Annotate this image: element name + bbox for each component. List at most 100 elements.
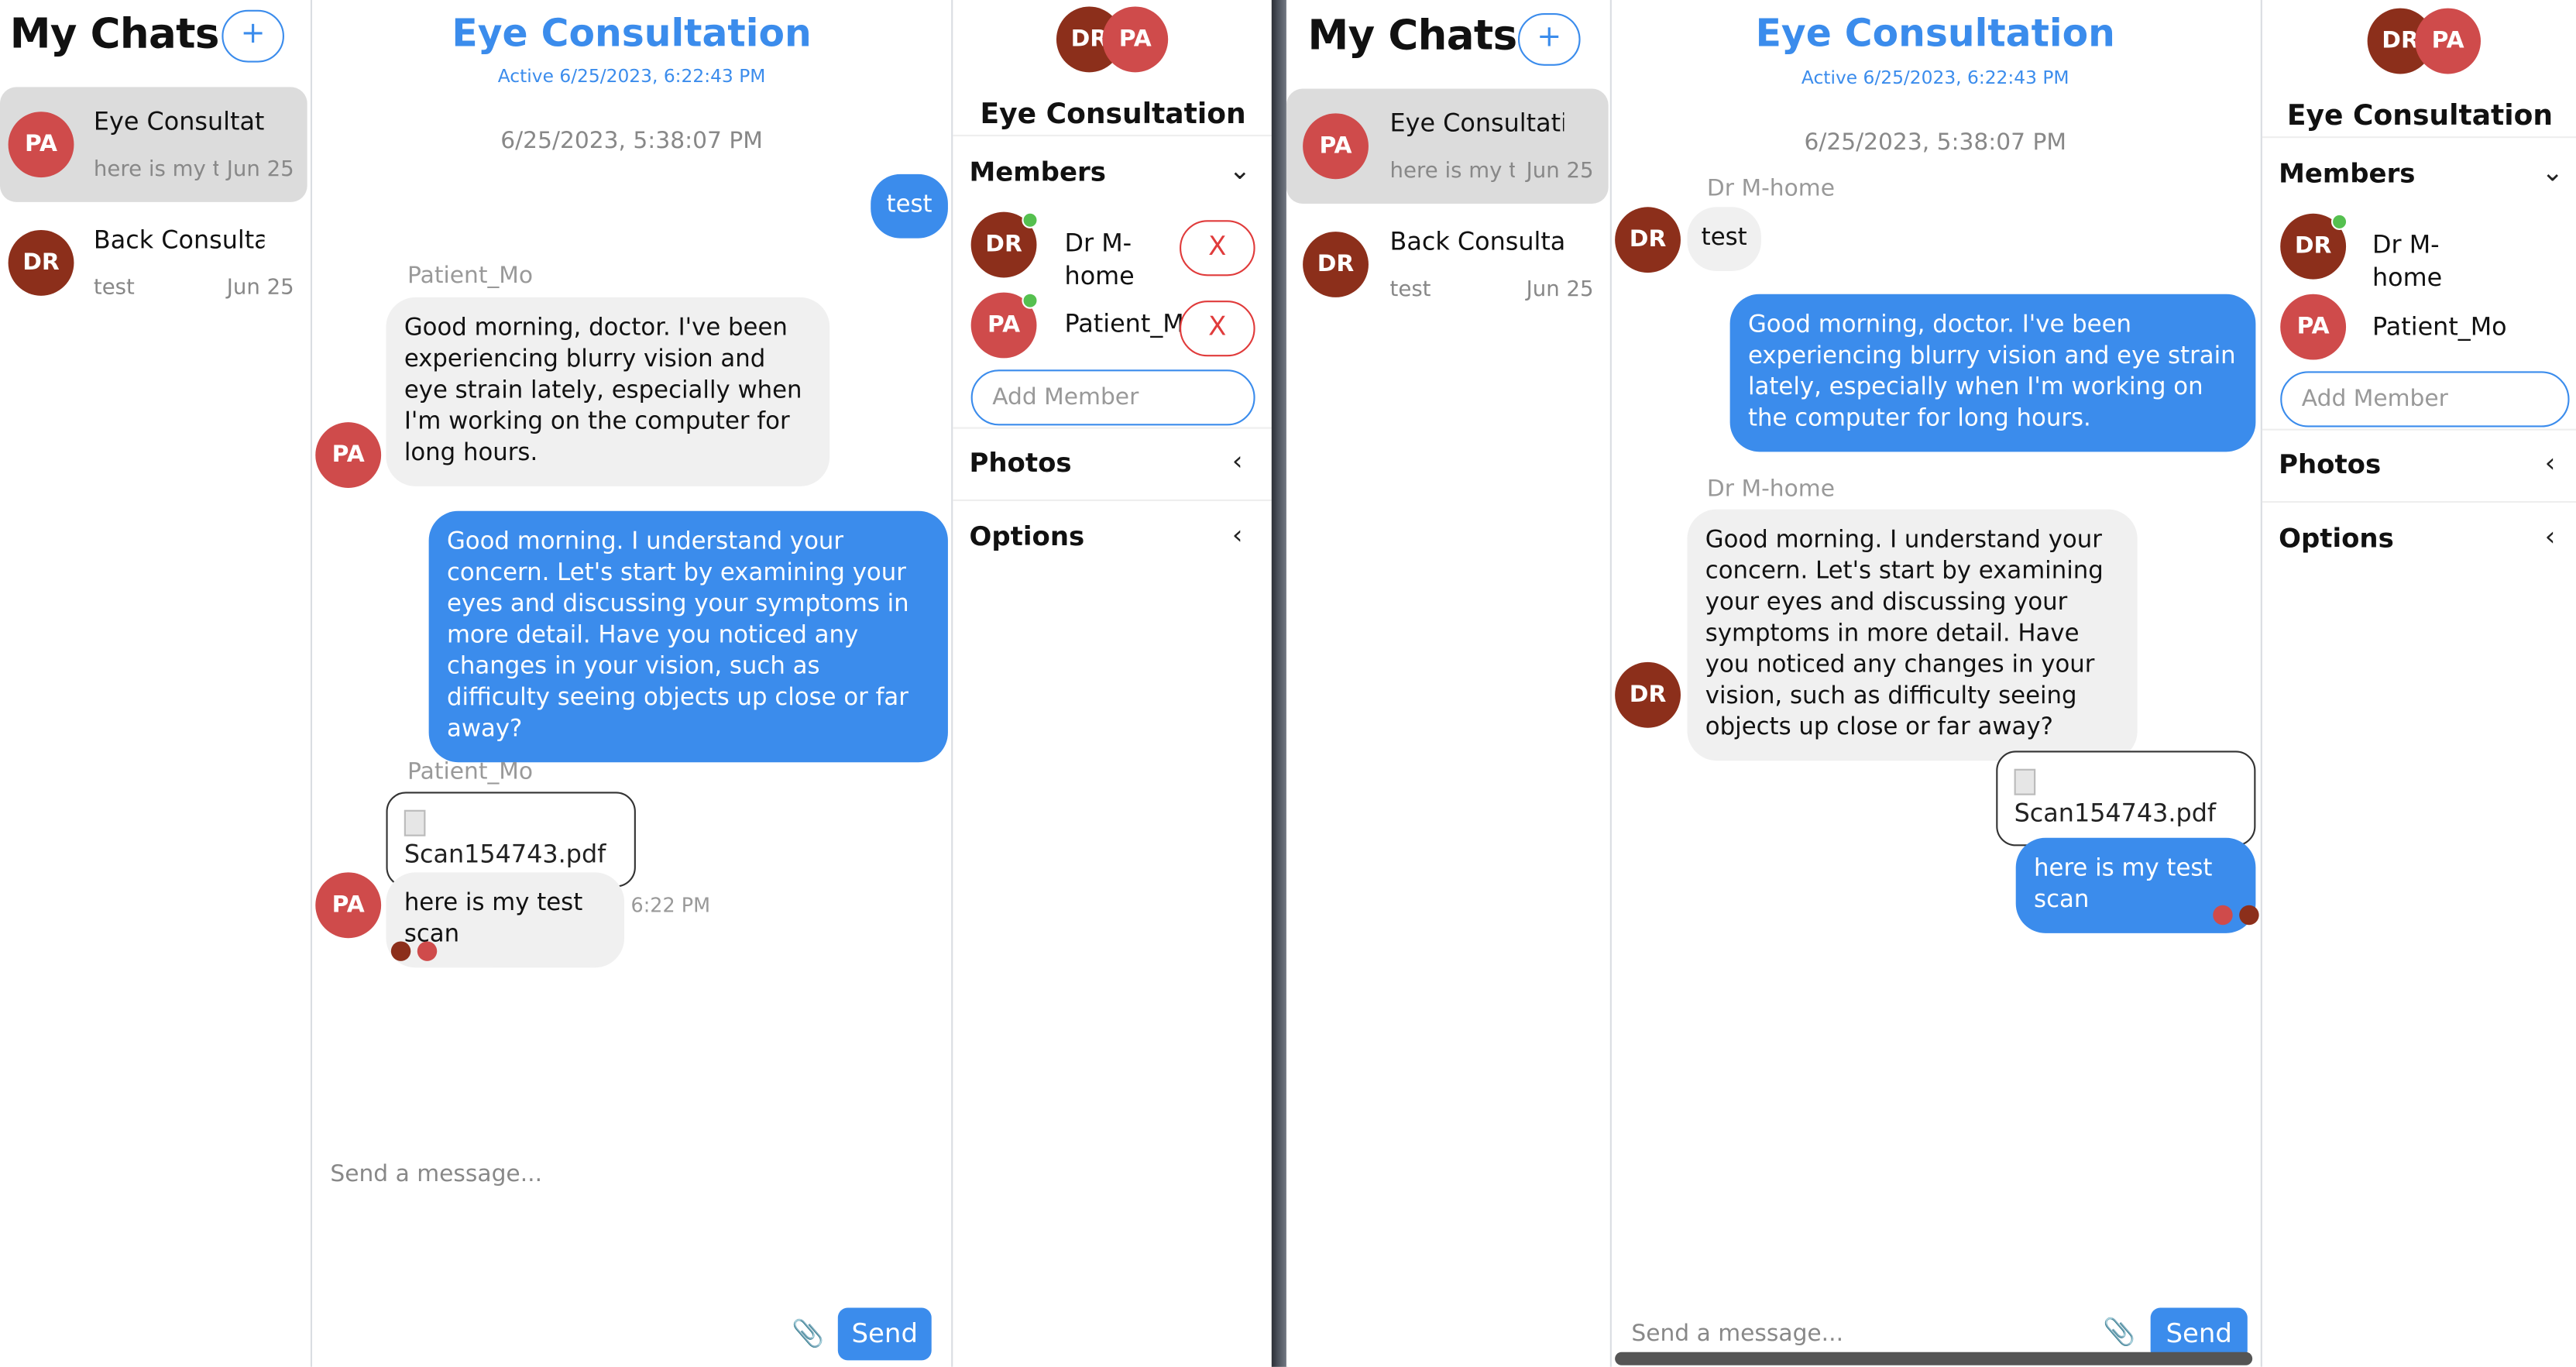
patient-window: My Chats + PA Eye Consultati here is my … <box>0 0 1272 1367</box>
members-section-label[interactable]: Members <box>2279 158 2415 189</box>
window-divider <box>1271 0 1289 1367</box>
avatar: DR <box>1615 207 1681 273</box>
chat-list-title: My Chats <box>1307 11 1517 60</box>
paperclip-icon[interactable]: 📎 <box>2103 1316 2135 1347</box>
chat-card-preview: test <box>93 276 135 301</box>
chat-card-back-consultation[interactable]: DR Back Consultat test Jun 25 <box>0 205 307 320</box>
message-bubble-incoming: Good morning, doctor. I've been experien… <box>386 297 830 486</box>
message-bubble-outgoing: Good morning. I understand your concern.… <box>428 510 948 763</box>
chat-card-date: Jun 25 <box>1526 159 1594 184</box>
chat-card-date: Jun 25 <box>1526 277 1594 303</box>
horizontal-scrollbar[interactable] <box>1615 1352 2253 1365</box>
chat-card-back-consultation[interactable]: DR Back Consultat test Jun 25 <box>1286 207 1609 321</box>
divider <box>953 134 1272 137</box>
settings-title: Eye Consultation <box>2286 100 2554 133</box>
chat-card-date: Jun 25 <box>226 276 294 301</box>
add-member-input[interactable]: Add Member <box>2280 371 2570 428</box>
read-receipt-avatar <box>390 941 411 961</box>
chevron-down-icon[interactable]: ⌄ <box>1229 154 1251 185</box>
member-name: Patient_Mo <box>2372 312 2507 342</box>
options-section-label[interactable]: Options <box>2279 523 2394 554</box>
avatar: PA <box>2280 294 2347 360</box>
online-indicator <box>2330 213 2348 230</box>
photos-section-label[interactable]: Photos <box>970 447 1072 478</box>
chat-card-title: Back Consultat <box>1389 226 1564 256</box>
chat-feed: Eye Consultation Active 6/25/2023, 6:22:… <box>1612 0 2259 1367</box>
chat-card-eye-consultation[interactable]: PA Eye Consultati here is my te Jun 25 <box>1286 88 1609 204</box>
chat-feed-title: Eye Consultation <box>452 12 812 57</box>
document-icon <box>404 809 426 836</box>
file-name: Scan154743.pdf <box>404 839 606 870</box>
chevron-left-icon[interactable]: ‹ <box>1232 519 1243 550</box>
message-input[interactable]: Send a message... <box>330 1162 542 1188</box>
active-status: Active 6/25/2023, 6:22:43 PM <box>1801 67 2069 89</box>
chevron-left-icon[interactable]: ‹ <box>2545 447 2556 478</box>
message-sender: Patient_Mo <box>407 758 534 785</box>
chat-card-title: Back Consultat <box>93 225 265 255</box>
divider <box>2262 428 2576 431</box>
read-receipt-avatar <box>417 941 438 961</box>
online-indicator <box>1022 211 1039 228</box>
chevron-down-icon[interactable]: ⌄ <box>2541 156 2563 187</box>
remove-member-button[interactable]: X <box>1180 301 1255 357</box>
avatar: DR <box>1615 661 1681 728</box>
chat-list-title: My Chats <box>9 9 220 58</box>
chevron-left-icon[interactable]: ‹ <box>1232 445 1243 476</box>
message-sender: Dr M-home <box>1706 476 1835 503</box>
avatar: PA <box>2415 8 2482 74</box>
document-icon <box>2014 768 2036 795</box>
remove-member-button[interactable]: X <box>1180 220 1255 276</box>
avatar: PA <box>315 872 382 939</box>
chat-settings: DR PA Eye Consultation Members ⌄ DR Dr M… <box>2260 0 2576 1367</box>
message-bubble-outgoing: test <box>871 173 948 239</box>
members-section-label[interactable]: Members <box>970 156 1106 187</box>
divider <box>2262 500 2576 503</box>
message-bubble-outgoing: Good morning, doctor. I've been experien… <box>1729 294 2256 452</box>
active-status: Active 6/25/2023, 6:22:43 PM <box>497 65 766 88</box>
divider <box>2262 136 2576 139</box>
chat-card-preview: here is my te <box>1389 159 1515 184</box>
chat-list-sidebar: My Chats + PA Eye Consultati here is my … <box>1286 0 1612 1367</box>
chat-list-sidebar: My Chats + PA Eye Consultati here is my … <box>0 0 313 1367</box>
member-name: Dr M-home <box>2372 229 2443 293</box>
member-name: Patient_Mo <box>1064 308 1183 338</box>
chat-card-preview: here is my te <box>93 157 218 183</box>
message-bubble-incoming: Good morning. I understand your concern.… <box>1687 509 2138 761</box>
message-sender: Dr M-home <box>1706 175 1835 202</box>
avatar: PA <box>315 422 382 488</box>
avatar: DR <box>8 229 74 296</box>
new-chat-button[interactable]: + <box>1517 12 1581 66</box>
divider <box>953 427 1272 429</box>
message-bubble-incoming: test <box>1687 207 1761 271</box>
chat-card-title: Eye Consultati <box>1389 108 1564 139</box>
file-attachment[interactable]: Scan154743.pdf <box>1996 750 2256 847</box>
read-receipt-avatar <box>2239 905 2259 926</box>
photos-section-label[interactable]: Photos <box>2279 448 2381 479</box>
chat-card-preview: test <box>1389 277 1431 303</box>
options-section-label[interactable]: Options <box>970 520 1085 551</box>
chat-card-title: Eye Consultati <box>93 106 265 137</box>
send-button[interactable]: Send <box>837 1307 932 1361</box>
divider <box>953 499 1272 501</box>
message-input[interactable]: Send a message... <box>1631 1321 1843 1347</box>
avatar: PA <box>1303 113 1369 180</box>
avatar: PA <box>1102 6 1169 73</box>
add-member-input[interactable]: Add Member <box>970 369 1255 426</box>
online-indicator <box>1022 292 1039 309</box>
member-name: Dr M-home <box>1064 228 1135 291</box>
message-timestamp: 6/25/2023, 5:38:07 PM <box>500 128 763 155</box>
avatar: DR <box>1303 232 1369 297</box>
paperclip-icon[interactable]: 📎 <box>792 1317 824 1348</box>
chevron-left-icon[interactable]: ‹ <box>2545 520 2556 551</box>
file-name: Scan154743.pdf <box>2014 798 2217 829</box>
chat-settings: DR PA Eye Consultation Members ⌄ DR Dr M… <box>951 0 1272 1367</box>
doctor-window: My Chats + PA Eye Consultati here is my … <box>1286 0 2576 1367</box>
chat-feed: Eye Consultation Active 6/25/2023, 6:22:… <box>312 0 951 1367</box>
message-time: 6:22 PM <box>630 893 711 917</box>
message-timestamp: 6/25/2023, 5:38:07 PM <box>1804 129 2067 156</box>
chat-card-eye-consultation[interactable]: PA Eye Consultati here is my te Jun 25 <box>0 87 307 202</box>
settings-title: Eye Consultation <box>980 98 1246 132</box>
read-receipt-avatar <box>2213 905 2233 926</box>
new-chat-button[interactable]: + <box>222 9 284 63</box>
message-sender: Patient_Mo <box>407 263 534 290</box>
